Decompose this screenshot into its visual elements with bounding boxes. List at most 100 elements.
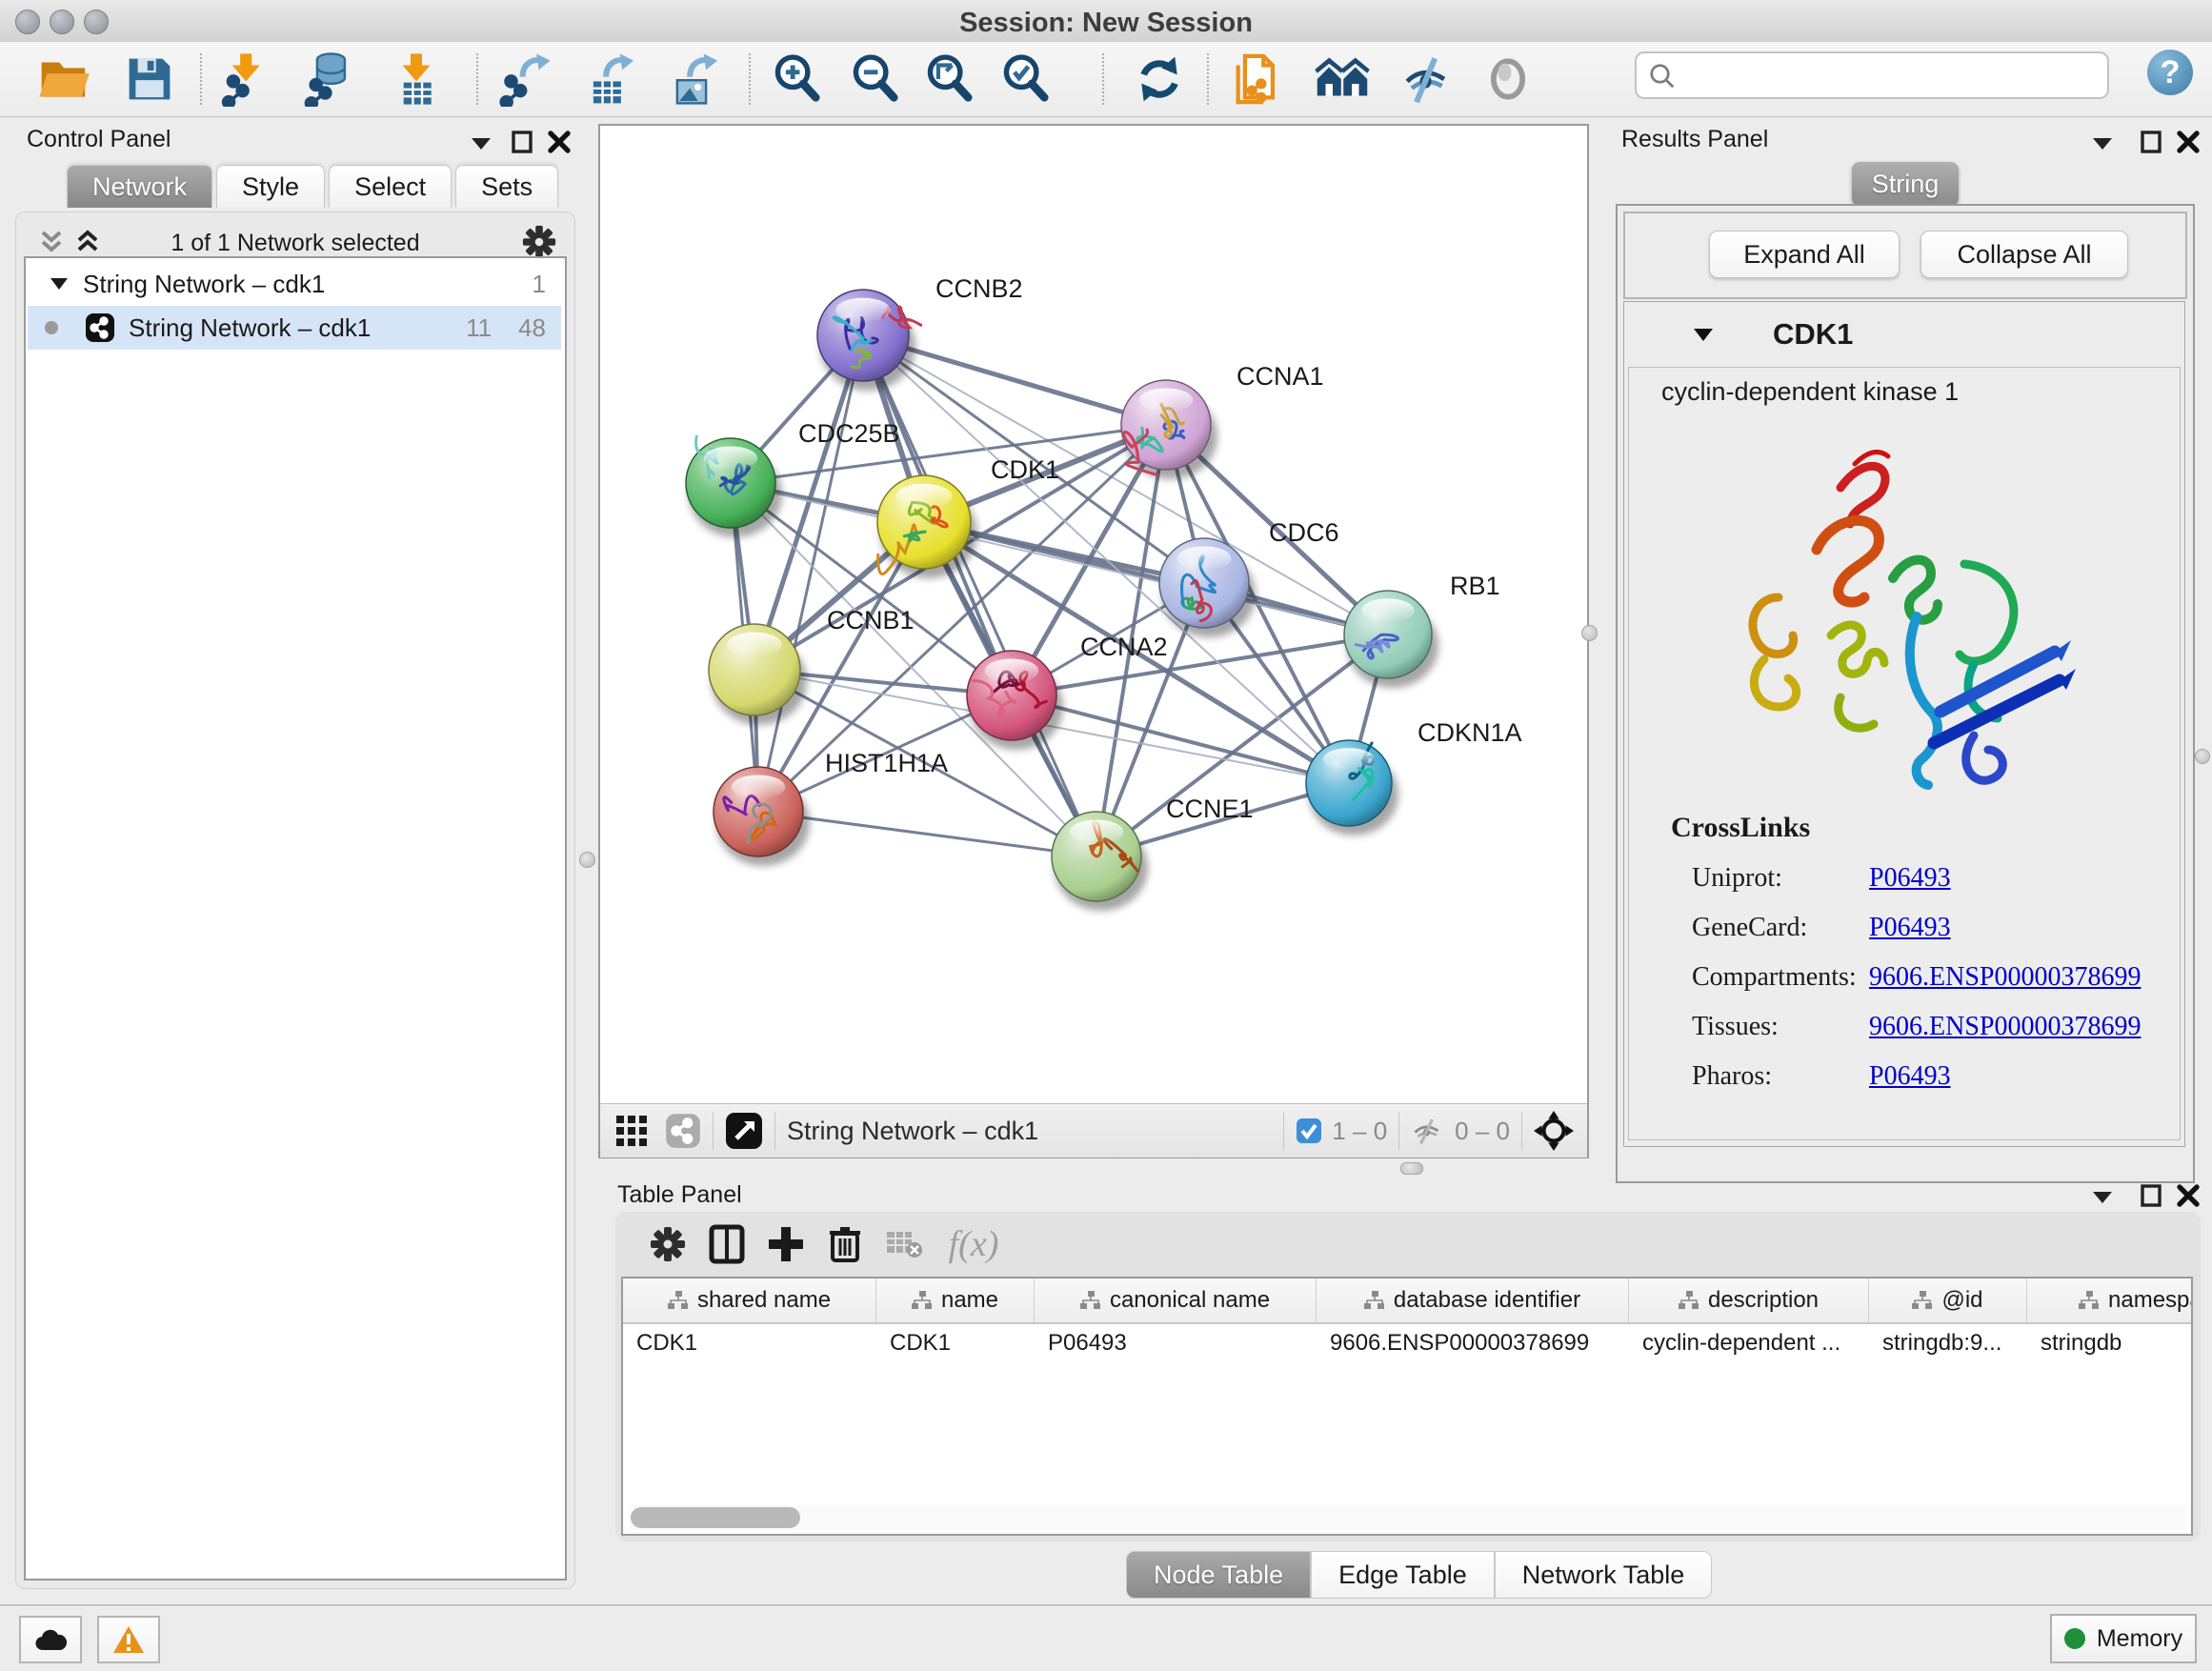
memory-button[interactable]: Memory [2050, 1614, 2197, 1663]
column-header-name[interactable]: name [876, 1278, 1035, 1322]
function-builder-button[interactable]: f(x) [934, 1218, 1014, 1271]
search-input[interactable] [1635, 51, 2109, 99]
share-document-button[interactable] [1227, 50, 1286, 109]
column-header-shared-name[interactable]: shared name [623, 1278, 876, 1322]
column-header--id[interactable]: @id [1869, 1278, 2027, 1322]
open-file-button[interactable] [34, 50, 93, 109]
table-row[interactable]: CDK1CDK1P064939606.ENSP00000378699cyclin… [623, 1322, 2191, 1364]
network-node-RB1[interactable] [1344, 591, 1438, 688]
cell-shared-name[interactable]: CDK1 [623, 1322, 876, 1364]
tab-network[interactable]: Network [67, 165, 212, 208]
export-table-button[interactable] [581, 50, 640, 109]
columns-icon [709, 1224, 745, 1264]
table-panel-float-icon[interactable] [2140, 1183, 2162, 1208]
gene-section-content: cyclin-dependent kinase 1 [1628, 367, 2181, 1140]
control-panel-float-icon[interactable] [511, 130, 533, 154]
column-header-database-identifier[interactable]: database identifier [1317, 1278, 1629, 1322]
add-column-button[interactable] [756, 1218, 815, 1271]
network-node-CCNA1[interactable] [1121, 380, 1217, 479]
update-button[interactable] [1130, 50, 1189, 109]
tab-edge-table[interactable]: Edge Table [1311, 1551, 1495, 1599]
results-panel-close-icon[interactable] [2176, 130, 2201, 154]
selected-checkbox-icon[interactable] [1296, 1117, 1322, 1144]
results-panel-menu-icon[interactable] [2090, 133, 2115, 152]
zoom-fit-button[interactable] [920, 50, 979, 109]
save-session-button[interactable] [120, 50, 179, 109]
network-row-selected[interactable]: String Network – cdk1 11 48 [28, 306, 561, 350]
import-table-file-button[interactable] [387, 50, 446, 109]
column-header-description[interactable]: description [1629, 1278, 1869, 1322]
tab-node-table[interactable]: Node Table [1126, 1551, 1311, 1599]
network-node-CDKN1A[interactable] [1306, 740, 1398, 836]
hide-selected-button[interactable] [1398, 50, 1458, 109]
network-canvas[interactable]: CCNB2CCNA1CDC25BCDK1CDC6RB1CCNB1CCNA2CDK… [600, 126, 1587, 1103]
cell-canonical-name[interactable]: P06493 [1035, 1322, 1317, 1364]
crosslink-link[interactable]: P06493 [1869, 863, 1951, 894]
fit-content-crosshair-icon[interactable] [1534, 1111, 1574, 1151]
tab-network-table[interactable]: Network Table [1495, 1551, 1713, 1599]
splitter-handle[interactable] [2195, 749, 2210, 764]
control-panel-close-icon[interactable] [547, 130, 572, 154]
crosslink-link[interactable]: 9606.ENSP00000378699 [1869, 1012, 2141, 1042]
delete-column-button[interactable] [815, 1218, 875, 1271]
export-network-button[interactable] [495, 50, 554, 109]
splitter-handle[interactable] [1581, 625, 1598, 641]
network-node-CCNA2[interactable] [967, 651, 1063, 750]
section-expander-icon[interactable] [1691, 325, 1716, 344]
tab-style[interactable]: Style [216, 165, 325, 208]
table-panel-menu-icon[interactable] [2090, 1187, 2115, 1206]
results-panel-float-icon[interactable] [2140, 130, 2162, 154]
network-node-CDC25B[interactable] [686, 436, 782, 537]
network-node-CDK1[interactable] [877, 475, 977, 578]
show-all-button[interactable] [1478, 50, 1538, 109]
splitter-handle[interactable] [579, 852, 595, 868]
expand-all-button[interactable]: Expand All [1709, 231, 1900, 278]
network-options-gear-icon[interactable] [521, 224, 557, 260]
open-external-icon[interactable] [725, 1112, 763, 1150]
zoom-in-button[interactable] [768, 50, 827, 109]
horizontal-scrollbar[interactable] [629, 1505, 2185, 1530]
crosslink-link[interactable]: 9606.ENSP00000378699 [1869, 962, 2141, 993]
help-button[interactable]: ? [2147, 50, 2193, 95]
cloud-status-button[interactable] [19, 1616, 82, 1663]
delete-table-button[interactable] [875, 1218, 934, 1271]
network-share-icon[interactable] [665, 1113, 701, 1149]
zoom-selected-button[interactable] [996, 50, 1056, 109]
column-header-namespace[interactable]: namespace [2027, 1278, 2191, 1322]
export-image-button[interactable] [665, 50, 724, 109]
network-overview-button[interactable] [1313, 50, 1372, 109]
gene-name: CDK1 [1773, 317, 1853, 352]
cell--id[interactable]: stringdb:9... [1869, 1322, 2027, 1364]
column-header-canonical-name[interactable]: canonical name [1035, 1278, 1317, 1322]
table-panel-close-icon[interactable] [2176, 1183, 2201, 1208]
tab-string[interactable]: String [1852, 162, 1959, 206]
cell-description[interactable]: cyclin-dependent ... [1629, 1322, 1869, 1364]
cell-namespace[interactable]: stringdb [2027, 1322, 2191, 1364]
table-settings-button[interactable] [638, 1218, 697, 1271]
tab-sets[interactable]: Sets [455, 165, 558, 208]
gene-section-header[interactable]: CDK1 [1624, 302, 2184, 367]
network-collection-row[interactable]: String Network – cdk1 1 [28, 262, 561, 306]
cell-name[interactable]: CDK1 [876, 1322, 1035, 1364]
import-network-database-button[interactable] [299, 50, 358, 109]
horizontal-splitter-handle[interactable] [1400, 1162, 1423, 1175]
attribute-icon [912, 1291, 933, 1310]
zoom-out-button[interactable] [846, 50, 905, 109]
control-panel-menu-icon[interactable] [469, 133, 493, 152]
import-network-file-button[interactable] [215, 50, 274, 109]
show-columns-button[interactable] [697, 1218, 756, 1271]
warning-status-button[interactable] [97, 1616, 160, 1663]
collapse-all-button[interactable]: Collapse All [1920, 231, 2128, 278]
memory-label: Memory [2097, 1625, 2182, 1653]
network-node-HIST1H1A[interactable] [714, 767, 810, 866]
crosslink-link[interactable]: P06493 [1869, 913, 1951, 943]
network-node-CDC6[interactable] [1159, 538, 1256, 637]
scrollbar-thumb[interactable] [631, 1507, 800, 1528]
crosslink-link[interactable]: P06493 [1869, 1061, 1951, 1092]
cell-database-identifier[interactable]: 9606.ENSP00000378699 [1317, 1322, 1629, 1364]
birds-eye-grid-icon[interactable] [615, 1115, 648, 1147]
network-edges[interactable] [731, 335, 1388, 856]
zoom-selected-icon [998, 51, 1054, 107]
tab-select[interactable]: Select [329, 165, 452, 208]
tree-expander-icon[interactable] [49, 275, 70, 292]
